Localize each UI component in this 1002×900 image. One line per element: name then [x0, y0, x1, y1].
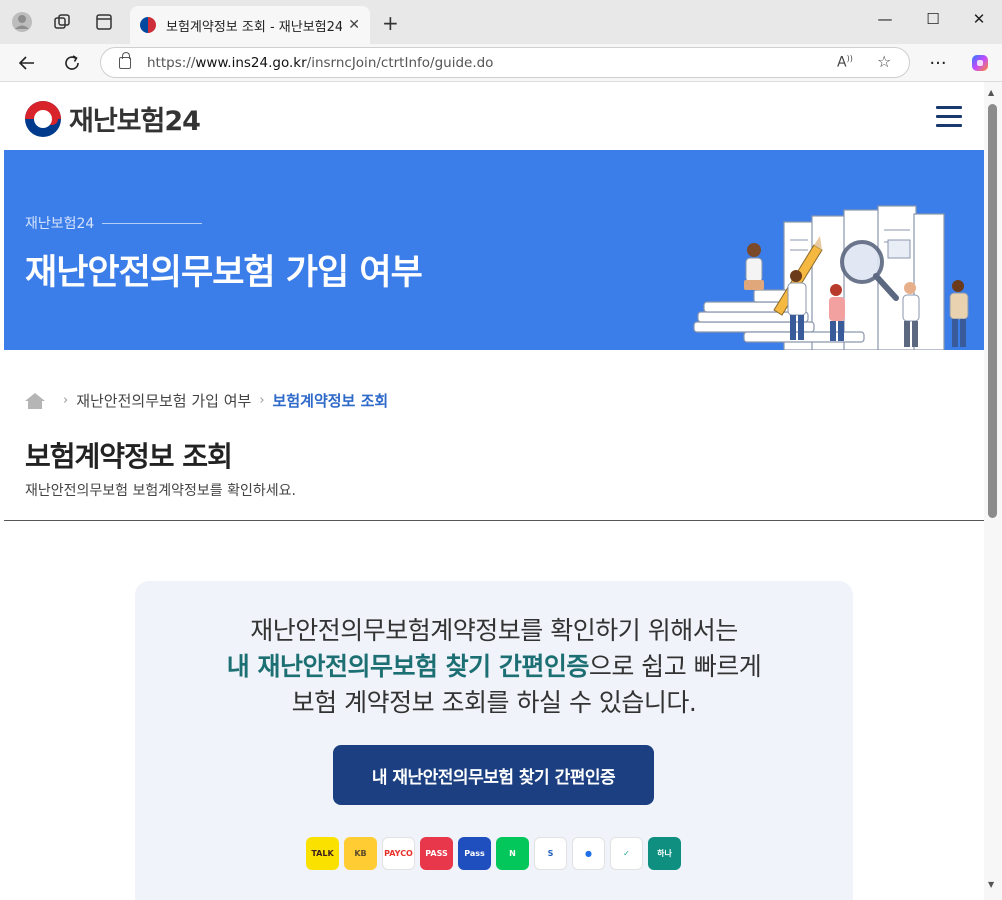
- auth-provider-icon[interactable]: TALK: [306, 837, 339, 870]
- copilot-icon[interactable]: [968, 51, 992, 75]
- auth-provider-icon[interactable]: ●: [572, 837, 605, 870]
- logo-text: 재난보험24: [69, 106, 201, 137]
- close-tab-icon[interactable]: ✕: [348, 17, 360, 33]
- more-options-icon[interactable]: ···: [926, 51, 950, 75]
- back-icon[interactable]: [15, 51, 39, 75]
- auth-provider-icon[interactable]: Pass: [458, 837, 491, 870]
- minimize-icon[interactable]: —: [870, 10, 900, 28]
- banner-illustration: [693, 205, 969, 350]
- home-icon[interactable]: [25, 392, 45, 409]
- lock-icon: [119, 51, 131, 69]
- auth-provider-list: TALK KB PAYCO PASS Pass N S ● ✓ 하나: [306, 837, 686, 870]
- page-viewport: 재난보험24 재난보험24 재난안전의무보험 가입 여부 › 재난안전의무보험 …: [4, 82, 984, 900]
- scroll-up-icon[interactable]: ▲: [988, 88, 994, 97]
- new-tab-button[interactable]: +: [382, 11, 399, 35]
- auth-provider-icon[interactable]: N: [496, 837, 529, 870]
- site-favicon-icon: [140, 17, 156, 33]
- read-aloud-icon[interactable]: A)): [837, 54, 853, 71]
- info-line-1: 재난안전의무보험계약정보를 확인하기 위해서는: [250, 616, 738, 645]
- tab-title: 보험계약정보 조회 - 재난보험24: [166, 19, 343, 35]
- site-header: 재난보험24: [4, 82, 984, 150]
- workspaces-icon[interactable]: [50, 10, 74, 34]
- breadcrumb: › 재난안전의무보험 가입 여부 › 보험계약정보 조회: [25, 390, 388, 411]
- simple-auth-button[interactable]: 내 재난안전의무보험 찾기 간편인증: [333, 745, 654, 805]
- auth-provider-icon[interactable]: ✓: [610, 837, 643, 870]
- info-line-2: 내 재난안전의무보험 찾기 간편인증으로 쉽고 빠르게: [226, 652, 762, 681]
- info-highlight: 내 재난안전의무보험 찾기 간편인증: [226, 652, 590, 681]
- window-close-icon[interactable]: ✕: [964, 10, 994, 28]
- browser-tab-bar: 보험계약정보 조회 - 재난보험24 ✕ + — ☐ ✕: [0, 0, 1002, 44]
- auth-provider-icon[interactable]: PASS: [420, 837, 453, 870]
- site-logo[interactable]: 재난보험24: [25, 99, 201, 138]
- favorite-star-icon[interactable]: ☆: [877, 52, 891, 71]
- auth-provider-icon[interactable]: KB: [344, 837, 377, 870]
- info-card: 재난안전의무보험계약정보를 확인하기 위해서는 내 재난안전의무보험 찾기 간편…: [135, 581, 853, 900]
- scroll-down-icon[interactable]: ▼: [988, 880, 994, 889]
- chevron-right-icon: ›: [63, 393, 69, 408]
- banner-title: 재난안전의무보험 가입 여부: [25, 253, 423, 293]
- hero-banner: 재난보험24 재난안전의무보험 가입 여부: [4, 150, 984, 350]
- info-line-3: 보험 계약정보 조회를 하실 수 있습니다.: [291, 688, 697, 717]
- breadcrumb-item-join-status[interactable]: 재난안전의무보험 가입 여부: [76, 390, 251, 411]
- section-divider: [4, 520, 984, 521]
- auth-provider-icon[interactable]: 하나: [648, 837, 681, 870]
- browser-nav-bar: https://www.ins24.go.kr/insrncJoin/ctrtI…: [0, 44, 1002, 82]
- auth-provider-icon[interactable]: S: [534, 837, 567, 870]
- profile-icon[interactable]: [10, 10, 34, 34]
- vertical-tabs-icon[interactable]: [92, 10, 116, 34]
- banner-eyebrow: 재난보험24: [25, 213, 202, 233]
- vertical-scrollbar[interactable]: ▲ ▼: [984, 82, 1002, 900]
- maximize-icon[interactable]: ☐: [918, 10, 948, 28]
- url-text: https://www.ins24.go.kr/insrncJoin/ctrtI…: [147, 54, 494, 71]
- active-tab[interactable]: 보험계약정보 조회 - 재난보험24 ✕: [130, 6, 370, 44]
- page-title: 보험계약정보 조회: [25, 440, 233, 473]
- refresh-icon[interactable]: [60, 51, 84, 75]
- auth-provider-icon[interactable]: PAYCO: [382, 837, 415, 870]
- scrollbar-thumb[interactable]: [988, 104, 997, 518]
- taegeuk-emblem-icon: [25, 100, 61, 137]
- chevron-right-icon: ›: [259, 393, 265, 408]
- breadcrumb-item-current[interactable]: 보험계약정보 조회: [273, 390, 389, 411]
- page-subtitle: 재난안전의무보험 보험계약정보를 확인하세요.: [25, 483, 296, 499]
- address-bar[interactable]: https://www.ins24.go.kr/insrncJoin/ctrtI…: [100, 47, 910, 78]
- menu-hamburger-icon[interactable]: [936, 106, 962, 128]
